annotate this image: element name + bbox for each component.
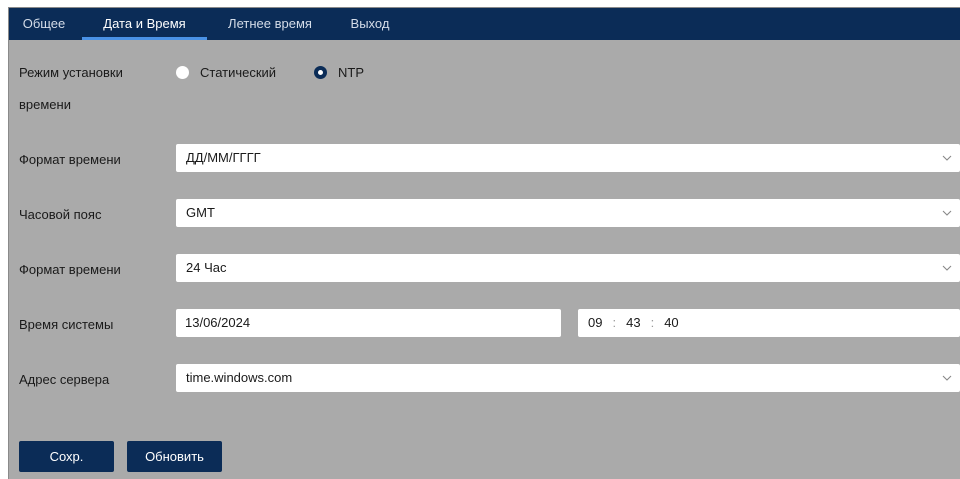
system-date-value: 13/06/2024 bbox=[185, 315, 251, 330]
tab-exit[interactable]: Выход bbox=[335, 8, 405, 40]
time-separator: : bbox=[612, 315, 617, 330]
time-format-value: 24 Час bbox=[186, 260, 227, 275]
radio-ntp[interactable]: NTP bbox=[314, 65, 364, 80]
radio-ntp-indicator[interactable] bbox=[314, 66, 327, 79]
date-format-select[interactable]: ДД/ММ/ГГГГ bbox=[176, 144, 960, 172]
tab-general[interactable]: Общее bbox=[9, 8, 79, 40]
tab-bar: Общее Дата и Время Летнее время Выход bbox=[9, 8, 960, 40]
refresh-button[interactable]: Обновить bbox=[127, 441, 222, 472]
radio-static[interactable]: Статический bbox=[176, 65, 276, 80]
server-address-label: Адрес сервера bbox=[19, 372, 110, 387]
timezone-label: Часовой пояс bbox=[19, 207, 102, 222]
server-address-value: time.windows.com bbox=[186, 370, 293, 385]
time-hours[interactable]: 09 bbox=[588, 309, 602, 337]
save-button[interactable]: Сохр. bbox=[19, 441, 114, 472]
tab-daylight-saving[interactable]: Летнее время bbox=[215, 8, 325, 40]
tab-general-label: Общее bbox=[22, 16, 66, 31]
date-format-value: ДД/ММ/ГГГГ bbox=[186, 150, 261, 165]
time-mode-label-line2: времени bbox=[19, 97, 71, 112]
tab-exit-label: Выход bbox=[350, 16, 390, 31]
system-time-label: Время системы bbox=[19, 317, 114, 332]
chevron-down-icon bbox=[942, 210, 952, 216]
time-seconds[interactable]: 40 bbox=[664, 309, 678, 337]
radio-static-indicator[interactable] bbox=[176, 66, 189, 79]
radio-static-label: Статический bbox=[200, 65, 277, 80]
time-separator: : bbox=[650, 315, 655, 330]
active-tab-indicator bbox=[82, 37, 207, 40]
system-date-input[interactable]: 13/06/2024 bbox=[176, 309, 561, 337]
tab-date-time-label: Дата и Время bbox=[103, 16, 186, 31]
chevron-down-icon bbox=[942, 265, 952, 271]
time-mode-label-line1: Режим установки bbox=[19, 65, 123, 80]
chevron-down-icon bbox=[942, 155, 952, 161]
time-minutes[interactable]: 43 bbox=[626, 309, 640, 337]
date-format-label: Формат времени bbox=[19, 152, 121, 167]
timezone-value: GMT bbox=[186, 205, 215, 220]
tab-daylight-saving-label: Летнее время bbox=[228, 16, 312, 31]
settings-panel: Общее Дата и Время Летнее время Выход Ре… bbox=[8, 7, 960, 479]
radio-ntp-label: NTP bbox=[338, 65, 364, 80]
tab-date-time[interactable]: Дата и Время bbox=[82, 8, 207, 40]
timezone-select[interactable]: GMT bbox=[176, 199, 960, 227]
time-format-label: Формат времени bbox=[19, 262, 121, 277]
chevron-down-icon bbox=[942, 375, 952, 381]
server-address-select[interactable]: time.windows.com bbox=[176, 364, 960, 392]
time-format-select[interactable]: 24 Час bbox=[176, 254, 960, 282]
system-time-input[interactable]: 09:43:40 bbox=[578, 309, 960, 337]
